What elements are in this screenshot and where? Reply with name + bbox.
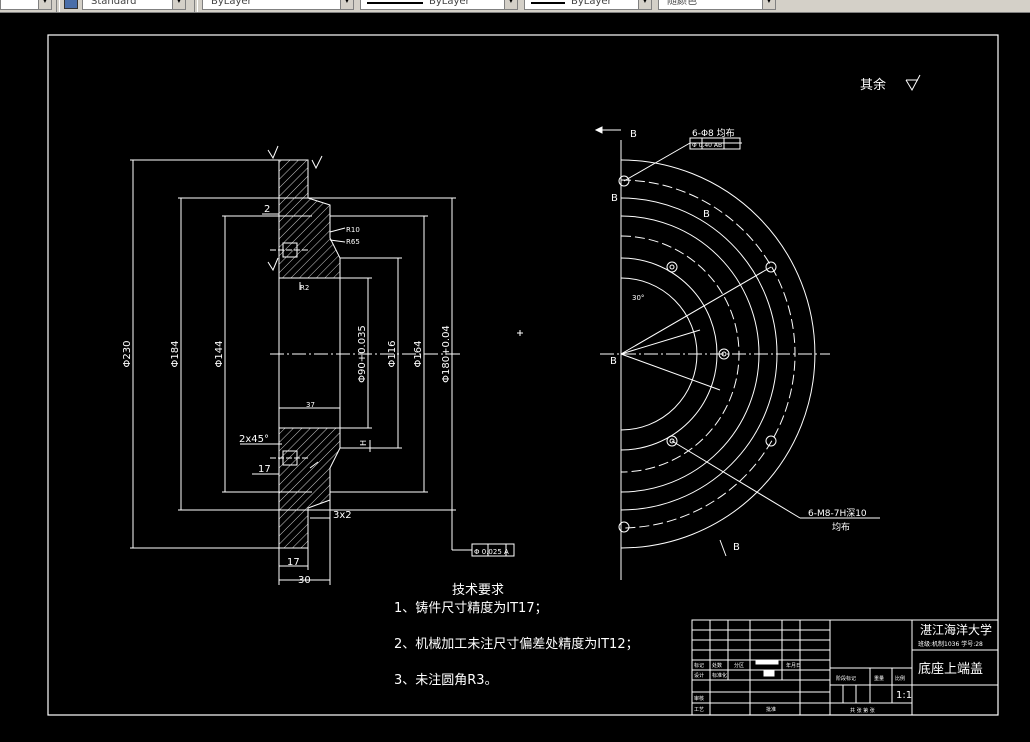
color-combo[interactable]: 随颜色▼ bbox=[658, 0, 776, 10]
part-name: 底座上端盖 bbox=[918, 661, 983, 677]
thread-callout: 6-M8-7H深10 bbox=[808, 508, 867, 519]
dim-d230: Φ230 bbox=[122, 341, 133, 368]
toolbar-separator bbox=[56, 0, 60, 12]
university-name: 湛江海洋大学 bbox=[920, 622, 992, 637]
dim-d144: Φ144 bbox=[214, 341, 225, 368]
section-marker-arc: B bbox=[703, 209, 710, 220]
linetype-sample bbox=[367, 2, 423, 4]
prev-combo[interactable]: ▼ bbox=[0, 0, 52, 10]
dim-37: 37 bbox=[306, 401, 315, 409]
tb-label-weight: 重量 bbox=[874, 675, 884, 682]
chevron-down-icon[interactable]: ▼ bbox=[172, 0, 185, 9]
toolbar-separator bbox=[194, 0, 198, 12]
chevron-down-icon[interactable]: ▼ bbox=[762, 0, 775, 9]
chevron-down-icon[interactable]: ▼ bbox=[340, 0, 353, 9]
tb-label-ratio: 比例 bbox=[895, 675, 905, 682]
section-marker-bottom: B bbox=[733, 542, 740, 553]
tb-label-approve: 批准 bbox=[766, 706, 776, 713]
tech-req-item-1: 1、铸件尺寸精度为IT17； bbox=[394, 600, 548, 616]
angle-label: 30° bbox=[632, 294, 644, 302]
dim-2: 2 bbox=[264, 204, 270, 215]
dim-17a: 17 bbox=[258, 464, 271, 475]
linetype-combo[interactable]: ByLayer▼ bbox=[360, 0, 518, 10]
tech-req-item-3: 3、未注圆角R3。 bbox=[394, 673, 498, 688]
scale-value: 1:1 bbox=[896, 690, 912, 701]
dim-d90: Φ90+0.035 bbox=[357, 325, 368, 383]
properties-toolbar: ▼ Standard▼ ByLayer▼ ByLayer▼ ByLayer▼ 随… bbox=[0, 0, 1030, 13]
text-style-icon[interactable] bbox=[64, 0, 78, 9]
lineweight-combo[interactable]: ByLayer▼ bbox=[524, 0, 652, 10]
crosshair-cursor-icon bbox=[517, 330, 523, 336]
section-marker-left: B bbox=[611, 193, 618, 204]
chevron-down-icon[interactable]: ▼ bbox=[638, 0, 651, 9]
tech-req-title: 技术要求 bbox=[452, 583, 504, 598]
dim-d116: Φ116 bbox=[387, 341, 398, 368]
lineweight-sample bbox=[531, 2, 565, 4]
dim-r65: R65 bbox=[346, 238, 360, 246]
dim-17b: 17 bbox=[287, 557, 300, 568]
hole-tolerance-frame: Φ 0.40 AB bbox=[692, 142, 722, 149]
tb-label-standard: 标准化 bbox=[712, 672, 727, 679]
tb-label-zone: 分区 bbox=[734, 662, 744, 669]
roughness-symbol-icon bbox=[905, 74, 921, 92]
dim-30: 30 bbox=[298, 575, 311, 586]
dim-chamfer: 2x45° bbox=[239, 434, 269, 445]
chevron-down-icon[interactable]: ▼ bbox=[504, 0, 517, 9]
cad-drawing[interactable]: 其余 Φ230 Φ184 Φ144 Φ90+0.035 Φ116 Φ164 Φ1… bbox=[0, 13, 1030, 738]
tb-label-count: 处数 bbox=[712, 662, 722, 669]
dim-d164: Φ164 bbox=[413, 341, 424, 368]
chevron-down-icon[interactable]: ▼ bbox=[38, 0, 51, 9]
section-marker-center: B bbox=[610, 356, 617, 367]
tb-label-review: 审核 bbox=[694, 695, 704, 702]
layer-combo[interactable]: ByLayer▼ bbox=[202, 0, 354, 10]
roughness-note: 其余 bbox=[860, 77, 886, 93]
hole-callout: 6-Φ8 均布 bbox=[692, 127, 735, 139]
text-style-combo[interactable]: Standard▼ bbox=[82, 0, 186, 10]
dim-r2: R2 bbox=[300, 284, 309, 292]
tb-label-stage: 阶段标记 bbox=[836, 675, 856, 682]
tb-label-mark: 标记 bbox=[694, 662, 704, 669]
datum-h-label: H bbox=[359, 440, 368, 446]
tech-req-item-2: 2、机械加工未注尺寸偏差处精度为IT12； bbox=[394, 636, 639, 652]
drawing-canvas[interactable]: 其余 Φ230 Φ184 Φ144 Φ90+0.035 Φ116 Φ164 Φ1… bbox=[0, 13, 1030, 738]
dim-d184: Φ184 bbox=[170, 341, 181, 368]
tb-label-process: 工艺 bbox=[694, 707, 704, 713]
thread-note: 均布 bbox=[832, 521, 850, 533]
tb-label-sheets: 共 张 第 张 bbox=[850, 707, 875, 714]
dim-d180: Φ180+0.04 bbox=[441, 325, 452, 383]
position-tolerance-frame: Φ 0.025 A bbox=[474, 548, 509, 556]
section-view bbox=[130, 145, 515, 585]
class-info: 班级:机制1036 学号:28 bbox=[918, 640, 983, 648]
tb-label-date: 年月日 bbox=[786, 662, 801, 669]
tb-label-design: 设计 bbox=[694, 672, 704, 679]
section-marker-top: B bbox=[630, 129, 637, 140]
dim-groove: 3x2 bbox=[333, 510, 352, 521]
dim-r10: R10 bbox=[346, 226, 360, 234]
